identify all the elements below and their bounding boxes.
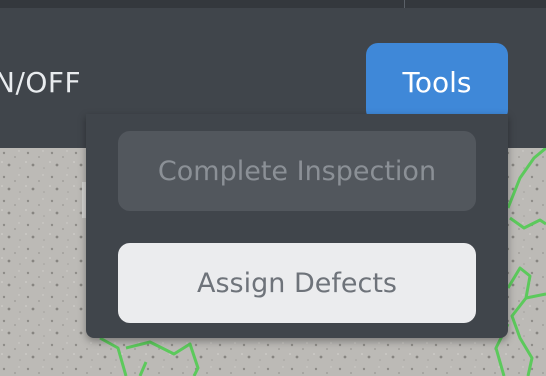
top-strip-divider	[404, 0, 405, 8]
top-strip	[0, 0, 546, 8]
tools-button[interactable]: Tools	[366, 43, 508, 122]
tools-dropdown-menu: Complete Inspection Assign Defects	[86, 114, 508, 338]
app-root: N/OFF Tools Complete Inspection Assign D…	[0, 0, 546, 376]
toggle-label[interactable]: N/OFF	[0, 66, 81, 99]
assign-defects-button[interactable]: Assign Defects	[118, 243, 476, 323]
complete-inspection-button[interactable]: Complete Inspection	[118, 131, 476, 211]
